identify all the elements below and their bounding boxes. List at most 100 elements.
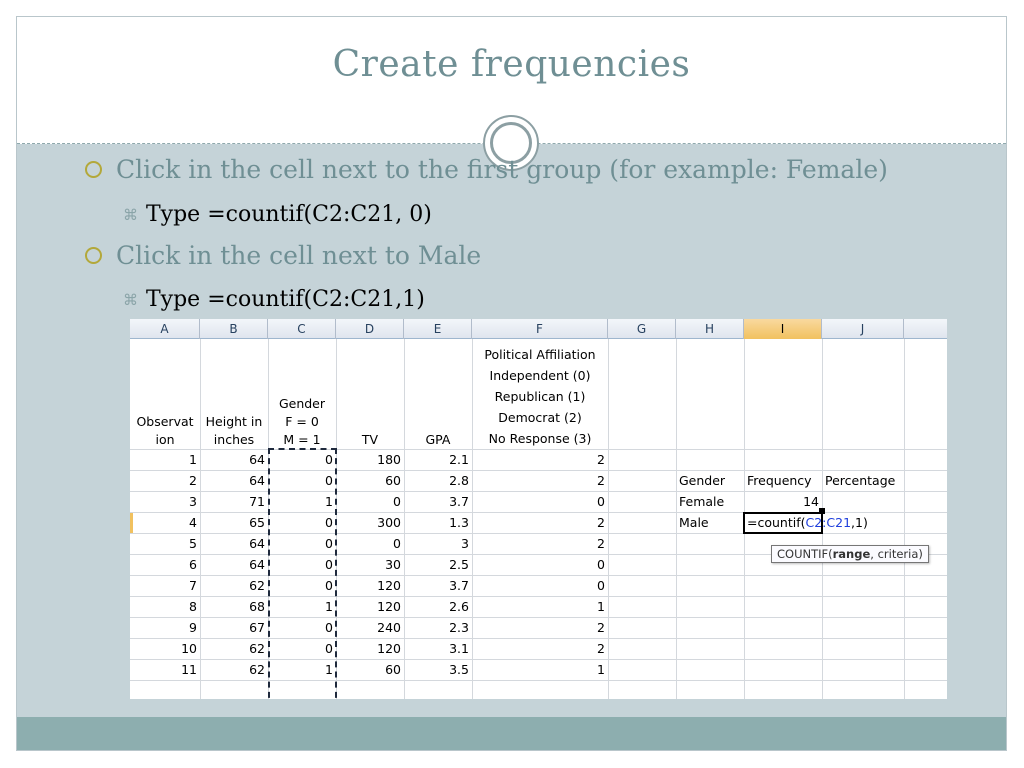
cell-political[interactable]: 2 [472, 513, 608, 533]
cell-tv[interactable]: 120 [336, 597, 404, 617]
col-header-i[interactable]: I [744, 319, 822, 339]
cell-gpa[interactable]: 3.5 [404, 660, 472, 680]
header-line: Gender [278, 396, 326, 411]
col-header-j[interactable]: J [822, 319, 904, 339]
col-header-e[interactable]: E [404, 319, 472, 339]
cell-political[interactable]: 2 [472, 534, 608, 554]
column-header-row: A B C D E F G H I J [130, 319, 947, 339]
cell-gpa[interactable]: 3.7 [404, 576, 472, 596]
freq-female-label[interactable]: Female [676, 492, 744, 512]
formula-in-cell[interactable]: =countif(C2:C21,1) [744, 513, 904, 533]
cell-height[interactable]: 64 [200, 471, 268, 491]
cell-political[interactable]: 0 [472, 555, 608, 575]
cell-height[interactable]: 62 [200, 639, 268, 659]
formula-suffix: ,1) [851, 515, 868, 530]
freq-male-label[interactable]: Male [676, 513, 744, 533]
bullet-1: Click in the cell next to the first grou… [85, 155, 888, 184]
header-line: Republican (1) [494, 389, 586, 404]
cell-tv[interactable]: 0 [336, 492, 404, 512]
freq-header-frequency[interactable]: Frequency [744, 471, 822, 491]
cell-height[interactable]: 64 [200, 555, 268, 575]
cell-tv[interactable]: 60 [336, 660, 404, 680]
cell-obs[interactable]: 11 [130, 660, 200, 680]
cell-obs[interactable]: 8 [130, 597, 200, 617]
cell-obs[interactable]: 4 [130, 513, 200, 533]
header-cell-a[interactable]: Observat ion [130, 341, 200, 449]
sub-bullet-1-text: Type =countif(C2:C21, 0) [146, 202, 432, 227]
cell-gpa[interactable]: 3 [404, 534, 472, 554]
freq-header-percentage[interactable]: Percentage [822, 471, 904, 491]
header-cell-e[interactable]: GPA [404, 341, 472, 449]
cell-tv[interactable]: 180 [336, 450, 404, 470]
header-cell-d[interactable]: TV [336, 341, 404, 449]
ring-bullet-icon [85, 247, 102, 264]
cell-tv[interactable]: 120 [336, 639, 404, 659]
slide: Create frequencies Click in the cell nex… [16, 16, 1007, 751]
col-header-b[interactable]: B [200, 319, 268, 339]
cell-tv[interactable]: 30 [336, 555, 404, 575]
cell-gpa[interactable]: 1.3 [404, 513, 472, 533]
cell-political[interactable]: 2 [472, 639, 608, 659]
cell-tv[interactable]: 0 [336, 534, 404, 554]
copy-selection-marquee [268, 448, 337, 699]
cell-political[interactable]: 0 [472, 576, 608, 596]
cell-gpa[interactable]: 2.6 [404, 597, 472, 617]
col-header-f[interactable]: F [472, 319, 608, 339]
cell-gpa[interactable]: 2.5 [404, 555, 472, 575]
cell-political[interactable]: 2 [472, 450, 608, 470]
col-header-a[interactable]: A [130, 319, 200, 339]
header-cell-f[interactable]: Political Affiliation Independent (0) Re… [472, 341, 608, 449]
cell-tv[interactable]: 300 [336, 513, 404, 533]
header-line: F = 0 [285, 414, 319, 429]
cell-political[interactable]: 2 [472, 618, 608, 638]
header-line: Political Affiliation [484, 347, 596, 362]
cell-political[interactable]: 2 [472, 471, 608, 491]
cell-tv[interactable]: 60 [336, 471, 404, 491]
cell-height[interactable]: 67 [200, 618, 268, 638]
cell-political[interactable]: 1 [472, 597, 608, 617]
col-header-g[interactable]: G [608, 319, 676, 339]
cell-obs[interactable]: 6 [130, 555, 200, 575]
col-header-h[interactable]: H [676, 319, 744, 339]
col-header-c[interactable]: C [268, 319, 336, 339]
sub-bullet-2-text: Type =countif(C2:C21,1) [146, 287, 425, 312]
cell-political[interactable]: 0 [472, 492, 608, 512]
cell-height[interactable]: 71 [200, 492, 268, 512]
x-bullet-icon: ⌘ [123, 290, 138, 309]
tooltip-arg-range[interactable]: range [833, 547, 871, 561]
cell-political[interactable]: 1 [472, 660, 608, 680]
cell-obs[interactable]: 1 [130, 450, 200, 470]
cell-height[interactable]: 65 [200, 513, 268, 533]
header-line: GPA [425, 432, 451, 447]
cell-height[interactable]: 68 [200, 597, 268, 617]
ring-bullet-icon [85, 161, 102, 178]
col-header-k[interactable] [904, 319, 947, 339]
cell-tv[interactable]: 240 [336, 618, 404, 638]
cell-tv[interactable]: 120 [336, 576, 404, 596]
formula-prefix: =countif( [747, 515, 806, 530]
cell-obs[interactable]: 3 [130, 492, 200, 512]
function-tooltip[interactable]: COUNTIF(range, criteria) [771, 545, 929, 563]
cell-height[interactable]: 62 [200, 660, 268, 680]
tooltip-rest: , criteria) [870, 547, 923, 561]
cell-gpa[interactable]: 2.3 [404, 618, 472, 638]
freq-header-gender[interactable]: Gender [676, 471, 744, 491]
header-line: Observat [136, 414, 194, 429]
header-cell-c[interactable]: Gender F = 0 M = 1 [268, 341, 336, 449]
cell-obs[interactable]: 5 [130, 534, 200, 554]
cell-gpa[interactable]: 2.1 [404, 450, 472, 470]
cell-obs[interactable]: 7 [130, 576, 200, 596]
col-header-d[interactable]: D [336, 319, 404, 339]
cell-height[interactable]: 62 [200, 576, 268, 596]
freq-female-value[interactable]: 14 [744, 492, 822, 512]
cell-gpa[interactable]: 2.8 [404, 471, 472, 491]
cell-obs[interactable]: 9 [130, 618, 200, 638]
cell-height[interactable]: 64 [200, 450, 268, 470]
header-cell-b[interactable]: Height in inches [200, 341, 268, 449]
cell-height[interactable]: 64 [200, 534, 268, 554]
cell-obs[interactable]: 10 [130, 639, 200, 659]
cell-gpa[interactable]: 3.7 [404, 492, 472, 512]
header-line: Democrat (2) [498, 410, 582, 425]
cell-gpa[interactable]: 3.1 [404, 639, 472, 659]
cell-obs[interactable]: 2 [130, 471, 200, 491]
